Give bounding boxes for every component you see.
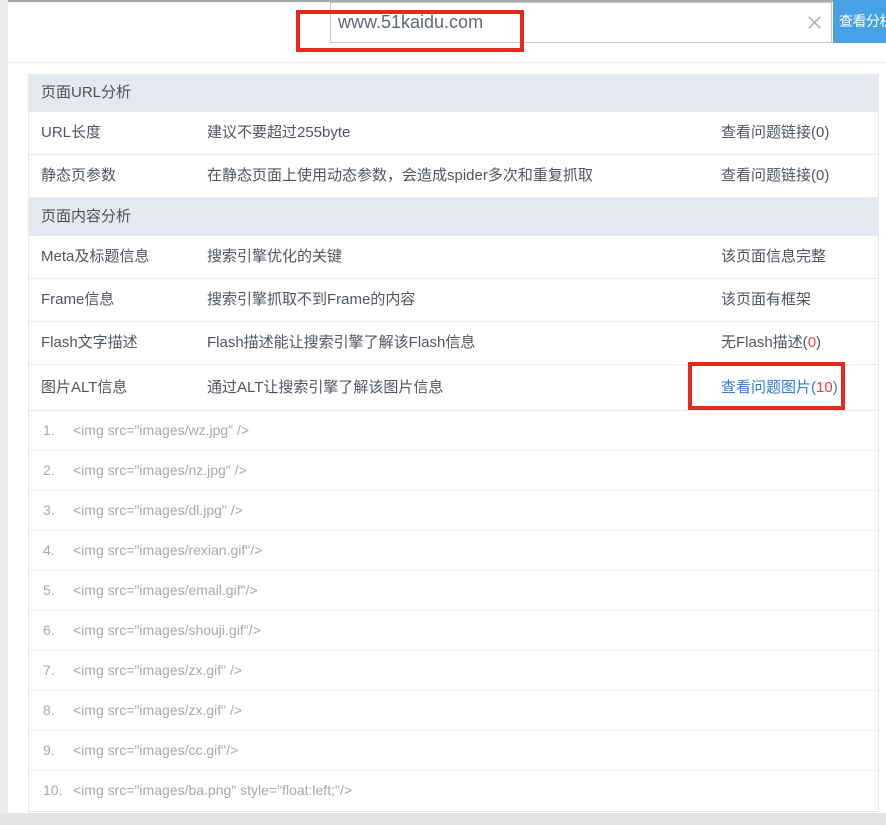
item-number: 1.	[43, 411, 67, 450]
view-problem-images-link[interactable]: 查看问题图片(10)	[721, 365, 838, 410]
x-icon	[805, 13, 824, 32]
image-list-item-6: 6. <img src="images/shouji.gif"/>	[29, 611, 878, 651]
image-issue-count: 10	[816, 379, 833, 396]
image-list-item-2: 2. <img src="images/nz.jpg" />	[29, 451, 878, 491]
row-description: 建议不要超过255byte	[207, 112, 350, 154]
row-result: 该页面信息完整	[721, 236, 826, 278]
left-gutter	[0, 0, 8, 813]
img-tag-code: <img src="images/email.gif"/>	[73, 582, 258, 598]
row-result: 查看问题链接(0)	[721, 155, 829, 197]
table-row-meta-title: Meta及标题信息 搜索引擎优化的关键 该页面信息完整	[29, 236, 878, 279]
item-number: 3.	[43, 491, 67, 530]
section-header-url-analysis: 页面URL分析	[29, 74, 878, 112]
image-list-item-10: 10. <img src="images/ba.png" style="float…	[29, 771, 878, 811]
url-input-value: www.51kaidu.com	[338, 3, 483, 41]
img-tag-code: <img src="images/zx.gif" />	[73, 702, 242, 718]
image-list-item-5: 5. <img src="images/email.gif"/>	[29, 571, 878, 611]
item-number: 9.	[43, 731, 67, 770]
table-row-static-params: 静态页参数 在静态页面上使用动态参数，会造成spider多次和重复抓取 查看问题…	[29, 155, 878, 198]
img-tag-code: <img src="images/zx.gif" />	[73, 662, 242, 678]
analyze-button[interactable]: 查看分析	[833, 0, 886, 43]
table-row-url-length: URL长度 建议不要超过255byte 查看问题链接(0)	[29, 112, 878, 155]
item-number: 2.	[43, 451, 67, 490]
img-tag-code: <img src="images/nz.jpg" />	[73, 462, 247, 478]
header-divider	[8, 62, 886, 63]
row-label: URL长度	[41, 112, 101, 154]
img-tag-code: <img src="images/wz.jpg" />	[73, 422, 249, 438]
row-description: 通过ALT让搜索引擎了解该图片信息	[207, 365, 443, 410]
analysis-table: 页面URL分析 URL长度 建议不要超过255byte 查看问题链接(0) 静态…	[28, 74, 879, 812]
item-number: 8.	[43, 691, 67, 730]
img-tag-code: <img src="images/ba.png" style="float:le…	[73, 782, 352, 798]
item-number: 4.	[43, 531, 67, 570]
img-tag-code: <img src="images/dl.jpg" />	[73, 502, 243, 518]
row-description: 搜索引擎优化的关键	[207, 236, 342, 278]
row-label: 静态页参数	[41, 155, 116, 197]
bottom-gutter	[0, 813, 886, 825]
item-number: 6.	[43, 611, 67, 650]
row-label: Frame信息	[41, 279, 114, 321]
row-label: 图片ALT信息	[41, 365, 127, 410]
image-list-item-8: 8. <img src="images/zx.gif" />	[29, 691, 878, 731]
row-description: 搜索引擎抓取不到Frame的内容	[207, 279, 415, 321]
row-result: 该页面有框架	[721, 279, 811, 321]
image-list-item-3: 3. <img src="images/dl.jpg" />	[29, 491, 878, 531]
image-list-item-9: 9. <img src="images/cc.gif"/>	[29, 731, 878, 771]
table-row-flash-desc: Flash文字描述 Flash描述能让搜索引擎了解该Flash信息 无Flash…	[29, 322, 878, 365]
item-number: 5.	[43, 571, 67, 610]
row-label: Flash文字描述	[41, 322, 138, 364]
image-list-item-1: 1. <img src="images/wz.jpg" />	[29, 411, 878, 451]
row-label: Meta及标题信息	[41, 236, 149, 278]
image-list-item-4: 4. <img src="images/rexian.gif"/>	[29, 531, 878, 571]
image-list-item-7: 7. <img src="images/zx.gif" />	[29, 651, 878, 691]
row-description: Flash描述能让搜索引擎了解该Flash信息	[207, 322, 475, 364]
row-result: 无Flash描述(0)	[721, 322, 821, 364]
clear-input-icon[interactable]	[805, 13, 824, 32]
section-header-content-analysis: 页面内容分析	[29, 198, 878, 236]
flash-issue-count: 0	[808, 334, 816, 351]
url-input[interactable]: www.51kaidu.com	[330, 2, 832, 43]
table-row-frame-info: Frame信息 搜索引擎抓取不到Frame的内容 该页面有框架	[29, 279, 878, 322]
img-tag-code: <img src="images/cc.gif"/>	[73, 742, 238, 758]
row-description: 在静态页面上使用动态参数，会造成spider多次和重复抓取	[207, 155, 593, 197]
item-number: 7.	[43, 651, 67, 690]
row-result: 查看问题链接(0)	[721, 112, 829, 154]
img-tag-code: <img src="images/rexian.gif"/>	[73, 542, 262, 558]
table-row-image-alt: 图片ALT信息 通过ALT让搜索引擎了解该图片信息 查看问题图片(10)	[29, 365, 878, 411]
img-tag-code: <img src="images/shouji.gif"/>	[73, 622, 261, 638]
item-number: 10.	[43, 771, 67, 810]
